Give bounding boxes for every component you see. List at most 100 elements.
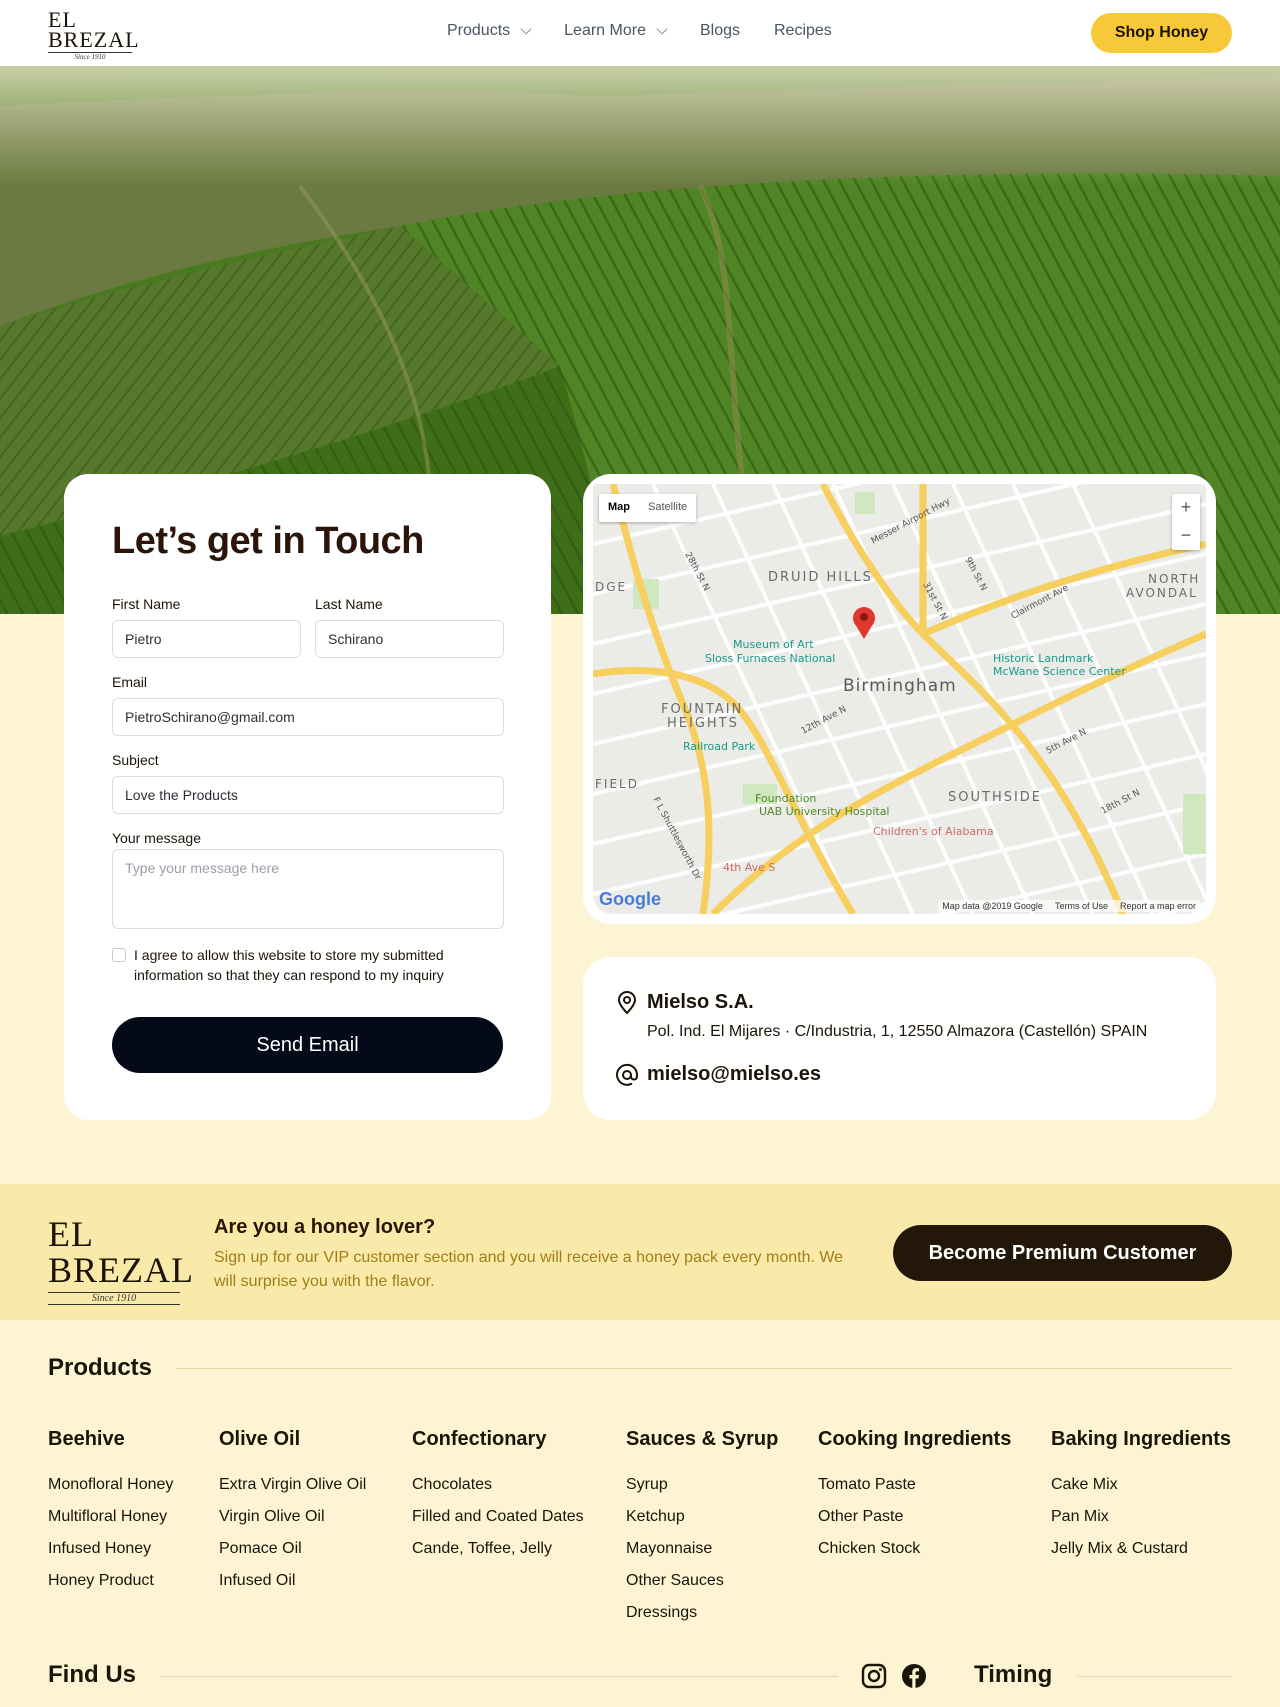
category-olive-oil: Olive Oil Extra Virgin Olive Oil Virgin … [219,1428,366,1597]
map-poi-railroad-2: UAB University Hospital [759,805,890,818]
last-name-input[interactable] [315,620,504,658]
map-poi-childrens: 4th Ave S [723,861,775,874]
map-label-dge: DGE [595,580,627,594]
consent-checkbox[interactable] [112,948,126,962]
map-terms-link[interactable]: Terms of Use [1055,901,1108,911]
category-title: Cooking Ingredients [818,1428,1012,1450]
map-label-druid-hills: DRUID HILLS [768,570,873,585]
email-label: Email [112,674,148,690]
shop-honey-button[interactable]: Shop Honey [1091,13,1232,53]
map-data-text: Map data @2019 Google [942,901,1043,911]
category-link[interactable]: Monofloral Honey [48,1469,173,1501]
map-label-southside: SOUTHSIDE [948,790,1042,805]
message-textarea[interactable] [112,849,504,929]
brand-logo-since: Since 1910 [48,52,132,61]
company-email-link[interactable]: mielso@mielso.es [647,1063,821,1086]
footer-products-title: Products [48,1354,153,1381]
consent-label: I agree to allow this website to store m… [134,947,444,983]
map-poi-uab: Children's of Alabama [873,825,994,838]
category-link[interactable]: Pomace Oil [219,1533,366,1565]
category-link[interactable]: Other Sauces [626,1565,778,1597]
google-map[interactable]: DRUID HILLS FOUNTAIN HEIGHTS SOUTHSIDE N… [593,484,1206,914]
category-link[interactable]: Chocolates [412,1469,584,1501]
last-name-label: Last Name [315,596,383,612]
category-sauces-syrup: Sauces & Syrup Syrup Ketchup Mayonnaise … [626,1428,778,1629]
zoom-in-icon[interactable]: + [1172,494,1200,522]
category-link[interactable]: Tomato Paste [818,1469,1011,1501]
email-input[interactable] [112,698,504,736]
address-card: Mielso S.A. Pol. Ind. El Mijares · C/Ind… [583,957,1216,1120]
main-menu: Products Learn More Blogs Recipes [447,22,866,40]
map-type-satellite[interactable]: Satellite [639,494,696,522]
zoom-out-icon[interactable]: − [1172,522,1200,550]
map-label-city: Birmingham [843,676,957,696]
map-report-link[interactable]: Report a map error [1120,901,1196,911]
divider [176,1368,1232,1369]
first-name-label: First Name [112,596,181,612]
nav-item-label: Products [447,22,511,39]
become-premium-button[interactable]: Become Premium Customer [893,1225,1232,1281]
banner-logo-text: EL BREZAL [48,1214,194,1290]
category-link[interactable]: Filled and Coated Dates [412,1501,584,1533]
premium-banner: EL BREZAL Since 1910 Are you a honey lov… [0,1184,1280,1320]
brand-logo-text: EL BREZAL [48,7,140,52]
category-link[interactable]: Cande, Toffee, Jelly [412,1533,584,1565]
category-link[interactable]: Virgin Olive Oil [219,1501,366,1533]
message-label: Your message [112,830,201,846]
nav-item-label: Learn More [564,22,646,39]
category-link[interactable]: Syrup [626,1469,778,1501]
at-sign-icon [615,1063,639,1092]
category-title: Sauces & Syrup [626,1428,779,1450]
category-link[interactable]: Other Paste [818,1501,1011,1533]
contact-form-card: Let’s get in Touch First Name Last Name … [64,474,551,1120]
category-link[interactable]: Jelly Mix & Custard [1051,1533,1231,1565]
banner-logo-since: Since 1910 [48,1292,180,1305]
category-link[interactable]: Honey Product [48,1565,173,1597]
nav-item-learn-more[interactable]: Learn More [564,22,668,40]
first-name-input[interactable] [112,620,301,658]
map-poi-sloss-2: McWane Science Center [993,665,1126,678]
banner-title: Are you a honey lover? [214,1216,436,1238]
category-confectionary: Confectionary Chocolates Filled and Coat… [412,1428,584,1565]
category-link[interactable]: Dressings [626,1597,778,1629]
map-type-map[interactable]: Map [599,494,639,522]
map-attribution: Map data @2019 Google Terms of Use Repor… [938,900,1200,912]
top-nav: EL BREZAL Since 1910 Products Learn More… [0,0,1280,66]
category-link[interactable]: Multifloral Honey [48,1501,173,1533]
category-link[interactable]: Chicken Stock [818,1533,1011,1565]
map-tiles: DRUID HILLS FOUNTAIN HEIGHTS SOUTHSIDE N… [593,484,1206,914]
divider [1077,1676,1232,1677]
find-us-title: Find Us [48,1661,136,1688]
send-email-button[interactable]: Send Email [112,1017,503,1073]
timing-title: Timing [974,1661,1053,1688]
subject-label: Subject [112,752,159,768]
map-label-heights: HEIGHTS [667,716,739,731]
map-label-avondal: AVONDAL [1126,586,1198,600]
brand-logo[interactable]: EL BREZAL Since 1910 [48,7,140,61]
map-label-fountain: FOUNTAIN [661,702,743,717]
nav-item-products[interactable]: Products [447,22,532,40]
map-poi-museum-2: Sloss Furnaces National [705,652,835,665]
category-title: Confectionary [412,1428,547,1450]
divider [160,1676,838,1677]
instagram-icon[interactable] [861,1663,887,1694]
nav-item-recipes[interactable]: Recipes [774,22,832,40]
subject-input[interactable] [112,776,504,814]
category-link[interactable]: Mayonnaise [626,1533,778,1565]
location-pin-icon [616,991,638,1020]
banner-logo: EL BREZAL Since 1910 [48,1214,194,1305]
company-name: Mielso S.A. [647,991,754,1013]
facebook-icon[interactable] [901,1663,927,1694]
category-baking-ingredients: Baking Ingredients Cake Mix Pan Mix Jell… [1051,1428,1231,1565]
category-link[interactable]: Infused Oil [219,1565,366,1597]
map-poi-museum: Museum of Art [733,638,814,651]
category-link[interactable]: Cake Mix [1051,1469,1231,1501]
company-address: Pol. Ind. El Mijares · C/Industria, 1, 1… [647,1023,1148,1040]
map-label-field: FIELD [595,777,639,791]
nav-item-blogs[interactable]: Blogs [700,22,740,40]
map-poi-railroad: Foundation [755,792,816,805]
category-link[interactable]: Extra Virgin Olive Oil [219,1469,366,1501]
category-link[interactable]: Ketchup [626,1501,778,1533]
category-link[interactable]: Pan Mix [1051,1501,1231,1533]
category-link[interactable]: Infused Honey [48,1533,173,1565]
